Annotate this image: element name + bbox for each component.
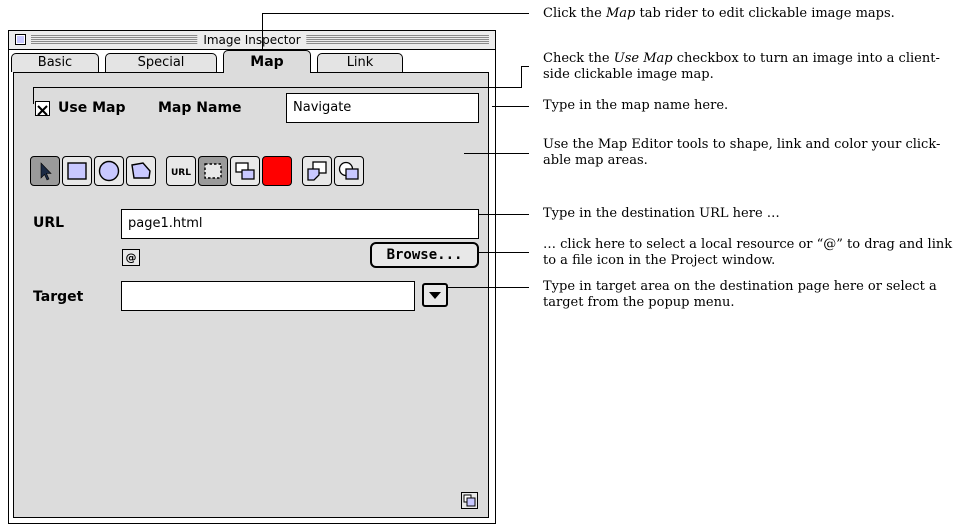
callout-line-map-name	[492, 106, 529, 107]
marquee-icon[interactable]	[198, 156, 228, 186]
color-swatch-icon[interactable]	[262, 156, 292, 186]
at-link-button[interactable]: @	[122, 249, 140, 266]
callout-use-map: Check the Use Map checkbox to turn an im…	[543, 51, 955, 83]
callout-use-map-text-1: Check the	[543, 51, 614, 66]
image-inspector-window: Image Inspector Basic Special Map Link U…	[8, 30, 496, 524]
callout-line-usemap-v2	[33, 87, 34, 104]
close-box-icon[interactable]	[15, 34, 26, 45]
triangle-down-icon	[429, 292, 441, 299]
callout-map-tab-text-1: Click the	[543, 6, 606, 21]
use-map-label: Use Map	[58, 100, 126, 116]
callout-line-usemap-v1	[521, 66, 522, 88]
tab-bar: Basic Special Map Link	[9, 50, 495, 73]
tab-special[interactable]: Special	[105, 53, 217, 72]
callout-use-map-emphasis: Use Map	[613, 51, 673, 66]
rectangle-icon[interactable]	[62, 156, 92, 186]
callout-line-tab-map-v	[262, 13, 263, 53]
map-panel: Use Map Map Name Navigate URL URL page1.…	[13, 72, 489, 518]
callout-map-tab-text-2: tab rider to edit clickable image maps.	[635, 6, 895, 21]
callout-browse: … click here to select a local resource …	[543, 237, 953, 268]
map-name-field[interactable]: Navigate	[286, 93, 479, 123]
target-popup-menu-button[interactable]	[422, 283, 448, 307]
tab-link[interactable]: Link	[317, 53, 403, 72]
at-symbol-icon: @	[125, 251, 137, 264]
circle-icon[interactable]	[94, 156, 124, 186]
url-field[interactable]: page1.html	[121, 209, 479, 239]
use-map-checkbox[interactable]	[35, 101, 50, 116]
callout-line-usemap-h1	[521, 66, 529, 67]
callout-map-tab: Click the Map tab rider to edit clickabl…	[543, 6, 955, 22]
tab-map[interactable]: Map	[223, 50, 311, 73]
bring-to-front-icon[interactable]	[302, 156, 332, 186]
svg-text:URL: URL	[171, 168, 191, 178]
target-field[interactable]	[121, 281, 415, 311]
callout-target: Type in target area on the destination p…	[543, 279, 937, 310]
callout-url: Type in the destination URL here …	[543, 206, 780, 221]
tab-basic[interactable]: Basic	[11, 53, 99, 72]
callout-line-tab-map-h	[262, 13, 529, 14]
browse-button[interactable]: Browse...	[370, 242, 479, 268]
arrow-pointer-icon[interactable]	[30, 156, 60, 186]
callout-line-target	[448, 287, 529, 288]
callout-line-url	[479, 214, 529, 215]
send-to-back-icon[interactable]	[334, 156, 364, 186]
map-name-label: Map Name	[158, 100, 242, 116]
callout-line-usemap-h2	[33, 87, 522, 88]
polygon-icon[interactable]	[126, 156, 156, 186]
callout-tools: Use the Map Editor tools to shape, link …	[543, 137, 941, 168]
callout-line-browse	[479, 252, 529, 253]
window-title: Image Inspector	[197, 32, 307, 48]
callout-line-tools	[464, 153, 529, 154]
resize-grow-box-icon[interactable]	[461, 492, 478, 509]
link-shapes-icon[interactable]	[230, 156, 260, 186]
url-icon[interactable]: URL	[166, 156, 196, 186]
callout-map-tab-emphasis: Map	[605, 6, 636, 21]
target-label: Target	[33, 289, 84, 305]
title-bar[interactable]: Image Inspector	[9, 31, 495, 50]
callout-map-name: Type in the map name here.	[543, 98, 729, 113]
page: Image Inspector Basic Special Map Link U…	[0, 0, 961, 528]
checkmark-x-icon	[37, 105, 48, 116]
url-label: URL	[33, 215, 65, 231]
